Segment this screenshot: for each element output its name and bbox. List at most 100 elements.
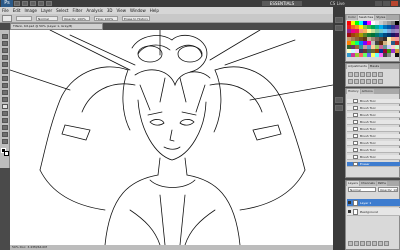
history-item[interactable]: Brush Tool xyxy=(347,141,400,146)
mini-bridge-button[interactable] xyxy=(22,1,28,6)
menu-image[interactable]: Image xyxy=(24,7,37,14)
vibrance-icon[interactable] xyxy=(372,72,377,77)
history-item-selected[interactable]: Eraser xyxy=(347,162,400,167)
color-balance-icon[interactable] xyxy=(348,79,353,84)
eye-icon[interactable] xyxy=(348,210,351,213)
curves-icon[interactable] xyxy=(360,72,365,77)
properties-panel-icon[interactable] xyxy=(335,25,343,31)
workspace-switcher[interactable]: ESSENTIALS xyxy=(262,1,302,6)
erase-to-history-checkbox[interactable]: Erase to History xyxy=(122,16,150,21)
tab-masks[interactable]: Masks xyxy=(368,64,381,69)
tab-styles[interactable]: Styles xyxy=(375,15,387,20)
lasso-tool-icon[interactable] xyxy=(2,48,8,53)
history-item[interactable]: Brush Tool xyxy=(347,134,400,139)
channel-mixer-icon[interactable] xyxy=(366,79,371,84)
clone-source-panel-icon[interactable] xyxy=(335,105,343,111)
menu-file[interactable]: File xyxy=(2,7,9,14)
marquee-tool-icon[interactable] xyxy=(2,41,8,46)
quick-select-tool-icon[interactable] xyxy=(2,55,8,60)
tab-history[interactable]: History xyxy=(347,89,360,94)
tab-channels[interactable]: Channels xyxy=(359,181,376,186)
close-button[interactable] xyxy=(391,1,398,6)
blend-mode-select[interactable]: Normal xyxy=(348,187,376,192)
history-brush-tool-icon[interactable] xyxy=(2,97,8,102)
tab-color[interactable]: Color xyxy=(347,15,357,20)
type-tool-icon[interactable] xyxy=(2,132,8,137)
menu-view[interactable]: View xyxy=(117,7,127,14)
eraser-tool-icon[interactable] xyxy=(2,104,8,109)
opacity-field[interactable]: Opacity: 100% xyxy=(62,16,90,21)
hand-tool-icon[interactable] xyxy=(2,139,8,144)
eyedropper-tool-icon[interactable] xyxy=(2,69,8,74)
crop-tool-icon[interactable] xyxy=(2,62,8,67)
tool-preset-picker[interactable] xyxy=(2,15,12,22)
invert-icon[interactable] xyxy=(372,79,377,84)
glove-cuff-left xyxy=(61,124,91,141)
color-swatch[interactable] xyxy=(395,53,399,57)
app-bar-buttons xyxy=(14,1,52,6)
maximize-button[interactable] xyxy=(383,1,390,6)
history-item[interactable]: Brush Tool xyxy=(347,120,400,125)
brush-panel-icon[interactable] xyxy=(335,97,343,103)
background-color-swatch[interactable] xyxy=(4,151,9,156)
menu-filter[interactable]: Filter xyxy=(72,7,82,14)
history-item[interactable]: Brush Tool xyxy=(347,106,400,111)
tab-adjustments[interactable]: Adjustments xyxy=(347,64,368,69)
photo-filter-icon[interactable] xyxy=(360,79,365,84)
levels-icon[interactable] xyxy=(354,72,359,77)
cs-live-button[interactable]: CS Live xyxy=(330,1,345,6)
tab-paths[interactable]: Paths xyxy=(376,181,387,186)
arrange-documents-button[interactable] xyxy=(38,1,44,6)
layer-row[interactable]: Background xyxy=(347,208,400,216)
brush-tool-icon[interactable] xyxy=(2,83,8,88)
menu-window[interactable]: Window xyxy=(130,7,146,14)
menu-layer[interactable]: Layer xyxy=(41,7,52,14)
eye-icon[interactable] xyxy=(348,201,351,204)
tab-layers[interactable]: Layers xyxy=(347,181,359,186)
dodge-tool-icon[interactable] xyxy=(2,118,8,123)
layer-opacity-field[interactable]: Opacity: 100% xyxy=(378,187,398,192)
eye-right xyxy=(179,119,195,126)
screen-mode-button[interactable] xyxy=(46,1,52,6)
hue-saturation-icon[interactable] xyxy=(378,72,383,77)
tab-actions[interactable]: Actions xyxy=(360,89,374,94)
new-group-icon[interactable] xyxy=(372,241,377,246)
document-tab[interactable]: Tifanii, Kit.psd @ 50% (Layer 1, Gray/8) xyxy=(10,23,103,30)
menu-help[interactable]: Help xyxy=(150,7,159,14)
link-layers-icon[interactable] xyxy=(348,241,353,246)
bridge-button[interactable] xyxy=(14,1,20,6)
history-item[interactable]: Brush Tool xyxy=(347,155,400,160)
new-layer-icon[interactable] xyxy=(378,241,383,246)
mode-select[interactable]: Normal xyxy=(36,16,58,21)
menu-3d[interactable]: 3D xyxy=(107,7,113,14)
menu-select[interactable]: Select xyxy=(56,7,68,14)
gradient-tool-icon[interactable] xyxy=(2,111,8,116)
new-adjustment-icon[interactable] xyxy=(366,241,371,246)
clone-stamp-tool-icon[interactable] xyxy=(2,90,8,95)
canvas[interactable] xyxy=(10,30,333,245)
brightness-icon[interactable] xyxy=(348,72,353,77)
tab-swatches[interactable]: Swatches xyxy=(357,15,375,20)
layer-row-selected[interactable]: Layer 1 xyxy=(347,199,400,207)
history-item[interactable]: Brush Tool xyxy=(347,113,400,118)
layer-style-icon[interactable] xyxy=(354,241,359,246)
minimize-button[interactable] xyxy=(375,1,382,6)
move-tool-icon[interactable] xyxy=(2,34,8,39)
posterize-icon[interactable] xyxy=(378,79,383,84)
zoom-level-button[interactable] xyxy=(30,1,36,6)
history-item[interactable]: Brush Tool xyxy=(347,127,400,132)
history-panel-icon[interactable] xyxy=(335,17,343,23)
exposure-icon[interactable] xyxy=(366,72,371,77)
history-item[interactable]: Brush Tool xyxy=(347,148,400,153)
history-item[interactable]: Brush Tool xyxy=(347,99,400,104)
black-white-icon[interactable] xyxy=(354,79,359,84)
menu-edit[interactable]: Edit xyxy=(13,7,21,14)
pen-tool-icon[interactable] xyxy=(2,125,8,130)
healing-brush-tool-icon[interactable] xyxy=(2,76,8,81)
window-controls xyxy=(375,1,398,6)
brush-size-picker[interactable] xyxy=(16,16,32,21)
menu-analysis[interactable]: Analysis xyxy=(86,7,102,14)
trash-icon[interactable] xyxy=(384,241,389,246)
add-mask-icon[interactable] xyxy=(360,241,365,246)
flow-field[interactable]: Flow: 100% xyxy=(94,16,118,21)
